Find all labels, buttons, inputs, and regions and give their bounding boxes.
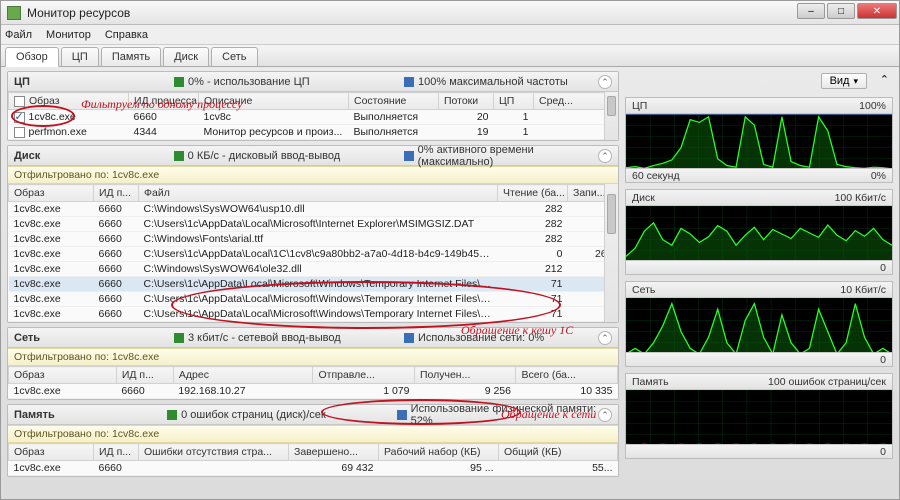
memory-grid-header[interactable]: Образ ИД п... Ошибки отсутствия стра... … bbox=[9, 444, 618, 461]
close-button[interactable]: ✕ bbox=[857, 3, 897, 19]
tab-memory[interactable]: Память bbox=[101, 47, 161, 66]
disk-grid[interactable]: Образ ИД п... Файл Чтение (ба... Запи...… bbox=[8, 184, 618, 322]
collapse-icon[interactable]: ⌃ bbox=[598, 331, 612, 345]
table-row[interactable]: 1cv8c.exe6660C:\Users\1c\AppData\Local\M… bbox=[9, 292, 618, 307]
menubar: Файл Монитор Справка bbox=[1, 25, 899, 45]
filter-bar: Отфильтровано по: 1cv8c.exe bbox=[8, 425, 618, 443]
app-icon bbox=[7, 6, 21, 20]
table-row[interactable]: 1cv8c.exe6660C:\Users\1c\AppData\Local\1… bbox=[9, 247, 618, 262]
checkbox-icon[interactable] bbox=[14, 96, 25, 107]
left-column: ЦП 0% - использование ЦП 100% максимальн… bbox=[1, 67, 623, 499]
table-row[interactable]: 1cv8c.exe6660C:\Users\1c\AppData\Local\M… bbox=[9, 277, 618, 292]
disk-panel-header[interactable]: Диск 0 КБ/с - дисковый ввод-вывод 0% акт… bbox=[8, 146, 618, 166]
collapse-icon[interactable]: ⌃ bbox=[598, 149, 612, 163]
network-grid[interactable]: Образ ИД п... Адрес Отправле... Получен.… bbox=[8, 366, 618, 399]
memory-panel: Память 0 ошибок страниц (диск)/сек Испол… bbox=[7, 404, 619, 477]
minimize-button[interactable]: – bbox=[797, 3, 825, 19]
network-panel-header[interactable]: Сеть 3 кбит/с - сетевой ввод-вывод Испол… bbox=[8, 328, 618, 348]
table-row[interactable]: 1cv8c.exe6660C:\Users\1c\AppData\Local\M… bbox=[9, 217, 618, 232]
cpu-panel-header[interactable]: ЦП 0% - использование ЦП 100% максимальн… bbox=[8, 72, 618, 92]
titlebar[interactable]: Монитор ресурсов – □ ✕ bbox=[1, 1, 899, 25]
tabbar: Обзор ЦП Память Диск Сеть bbox=[1, 45, 899, 67]
square-icon bbox=[397, 410, 407, 420]
table-row[interactable]: 1cv8c.exe 6660 69 432 95 ... 55... bbox=[9, 461, 618, 476]
table-row[interactable]: 1cv8c.exe 6660 1cv8c Выполняется 20 1 bbox=[9, 110, 618, 125]
resource-monitor-window: Монитор ресурсов – □ ✕ Файл Монитор Спра… bbox=[0, 0, 900, 500]
square-icon bbox=[404, 333, 414, 343]
square-icon bbox=[404, 151, 414, 161]
maximize-button[interactable]: □ bbox=[827, 3, 855, 19]
square-icon bbox=[174, 151, 184, 161]
table-row[interactable]: 1cv8c.exe 6660 192.168.10.27 1 079 9 256… bbox=[9, 384, 618, 399]
table-row[interactable]: perfmon.exe 4344 Монитор ресурсов и прои… bbox=[9, 125, 618, 140]
right-column: Вид ▾ ⌃ ЦП100% 60 секунд0% Диск100 Кбит/… bbox=[623, 67, 899, 499]
chart-Память: Память100 ошибок страниц/сек 0 bbox=[625, 373, 893, 459]
memory-panel-header[interactable]: Память 0 ошибок страниц (диск)/сек Испол… bbox=[8, 405, 618, 425]
memory-panel-title: Память bbox=[14, 409, 167, 421]
network-grid-header[interactable]: Образ ИД п... Адрес Отправле... Получен.… bbox=[9, 367, 618, 384]
table-row[interactable]: 1cv8c.exe6660C:\Users\1c\AppData\Local\M… bbox=[9, 307, 618, 322]
disk-panel: Диск 0 КБ/с - дисковый ввод-вывод 0% акт… bbox=[7, 145, 619, 323]
square-icon bbox=[404, 77, 414, 87]
checkbox-icon[interactable] bbox=[14, 112, 25, 123]
square-icon bbox=[174, 333, 184, 343]
network-panel: Сеть 3 кбит/с - сетевой ввод-вывод Испол… bbox=[7, 327, 619, 400]
collapse-icon[interactable]: ⌃ bbox=[598, 75, 612, 89]
network-panel-title: Сеть bbox=[14, 332, 174, 344]
filter-bar: Отфильтровано по: 1cv8c.exe bbox=[8, 166, 618, 184]
collapse-icon[interactable]: ⌃ bbox=[598, 408, 612, 422]
square-icon bbox=[174, 77, 184, 87]
tab-disk[interactable]: Диск bbox=[163, 47, 209, 66]
chart-Сеть: Сеть10 Кбит/с 0 bbox=[625, 281, 893, 367]
disk-grid-header[interactable]: Образ ИД п... Файл Чтение (ба... Запи... bbox=[9, 185, 618, 202]
cpu-grid-header[interactable]: Образ ИД процесса Описание Состояние Пот… bbox=[9, 93, 618, 110]
disk-panel-title: Диск bbox=[14, 150, 174, 162]
chevron-down-icon: ▾ bbox=[853, 76, 858, 87]
chart-ЦП: ЦП100% 60 секунд0% bbox=[625, 97, 893, 183]
window-title: Монитор ресурсов bbox=[27, 6, 130, 20]
chart-Диск: Диск100 Кбит/с 0 bbox=[625, 189, 893, 275]
filter-bar: Отфильтровано по: 1cv8c.exe bbox=[8, 348, 618, 366]
menu-help[interactable]: Справка bbox=[105, 29, 148, 41]
tab-overview[interactable]: Обзор bbox=[5, 47, 59, 67]
cpu-panel-title: ЦП bbox=[14, 76, 174, 88]
table-row[interactable]: 1cv8c.exe6660C:\Windows\SysWOW64\usp10.d… bbox=[9, 202, 618, 217]
cpu-panel: ЦП 0% - использование ЦП 100% максимальн… bbox=[7, 71, 619, 141]
cpu-stat-usage: 0% - использование ЦП bbox=[188, 76, 310, 88]
square-icon bbox=[167, 410, 177, 420]
checkbox-icon[interactable] bbox=[14, 127, 25, 138]
memory-grid[interactable]: Образ ИД п... Ошибки отсутствия стра... … bbox=[8, 443, 618, 476]
table-row[interactable]: 1cv8c.exe6660C:\Windows\Fonts\arial.ttf2… bbox=[9, 232, 618, 247]
tab-network[interactable]: Сеть bbox=[211, 47, 257, 66]
cpu-stat-freq: 100% максимальной частоты bbox=[418, 76, 568, 88]
menu-file[interactable]: Файл bbox=[5, 29, 32, 41]
table-row[interactable]: 1cv8c.exe6660C:\Windows\SysWOW64\ole32.d… bbox=[9, 262, 618, 277]
view-button[interactable]: Вид ▾ bbox=[821, 73, 867, 89]
menu-monitor[interactable]: Монитор bbox=[46, 29, 91, 41]
cpu-grid[interactable]: Образ ИД процесса Описание Состояние Пот… bbox=[8, 92, 618, 140]
collapse-icon[interactable]: ⌃ bbox=[880, 73, 889, 86]
tab-cpu[interactable]: ЦП bbox=[61, 47, 99, 66]
